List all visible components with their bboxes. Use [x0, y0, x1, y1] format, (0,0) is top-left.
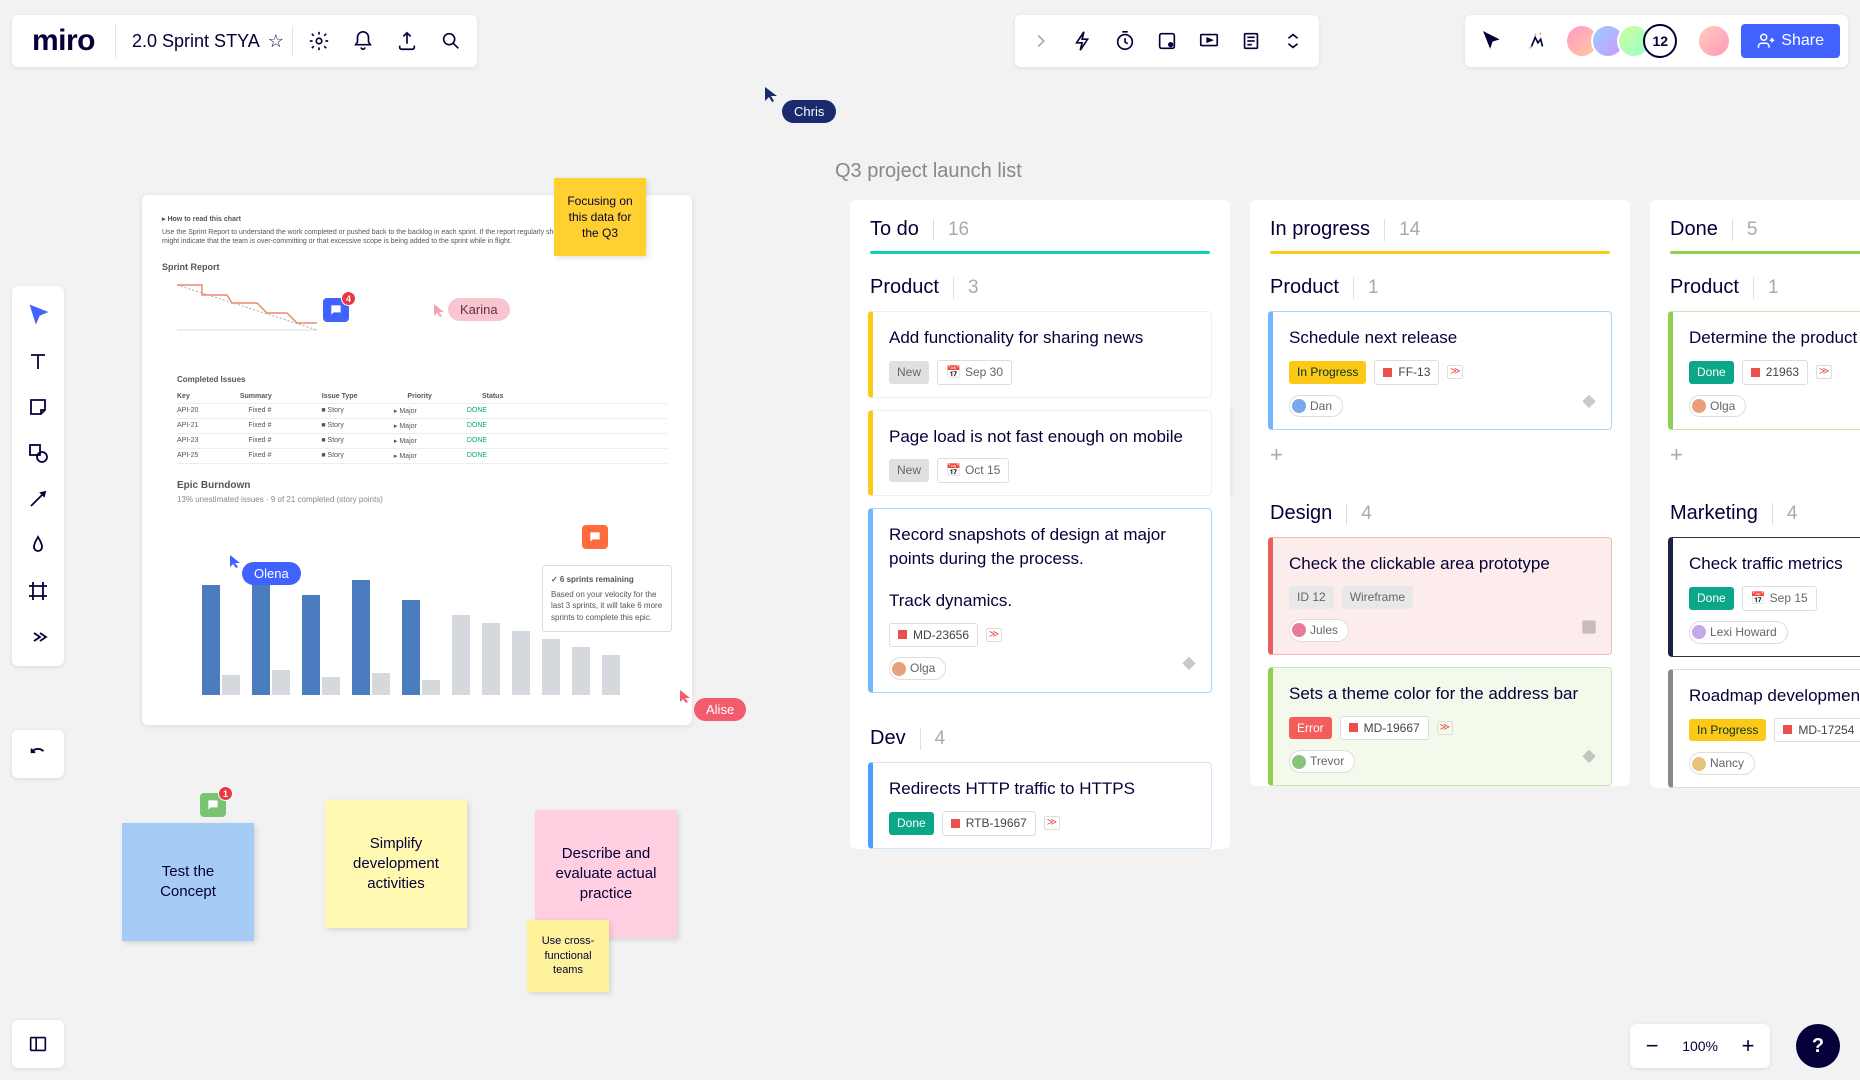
kanban-title: Q3 project launch list	[835, 160, 1022, 183]
comment-icon[interactable]: 1	[200, 793, 226, 817]
line-tool[interactable]	[18, 476, 58, 522]
zoom-out-button[interactable]: −	[1634, 1028, 1670, 1064]
cursor-chris: Chris	[782, 100, 836, 123]
text-tool[interactable]	[18, 338, 58, 384]
header-left: miro 2.0 Sprint STYA ☆	[12, 15, 477, 67]
epic-tooltip: ✓ 6 sprints remaining Based on your velo…	[542, 565, 672, 632]
frame-tool[interactable]	[18, 568, 58, 614]
card-clickable-prototype[interactable]: Check the clickable area prototype ID 12…	[1268, 537, 1612, 654]
cursor-olena: Olena	[242, 562, 301, 585]
epic-bar-chart	[202, 505, 562, 695]
card-customer-support[interactable]: Determine the product customer support D…	[1668, 311, 1860, 430]
chevron-right-icon[interactable]	[1021, 23, 1061, 59]
card-record-snapshots[interactable]: Record snapshots of design at major poin…	[868, 508, 1212, 693]
comment-icon[interactable]: 4	[323, 298, 349, 322]
cursor-alise: Alise	[694, 698, 746, 721]
sticky-crossfunc[interactable]: Use cross-functional teams	[527, 920, 609, 992]
group-design: Design	[1270, 502, 1332, 525]
card-add-functionality[interactable]: Add functionality for sharing news New📅 …	[868, 311, 1212, 398]
header-apps	[1015, 15, 1319, 67]
epic-sub: 13% unestimated issues · 9 of 21 complet…	[177, 495, 383, 504]
cursor-karina: Karina	[448, 298, 510, 321]
sticky-test-concept[interactable]: Test the Concept	[122, 823, 254, 941]
search-icon[interactable]	[433, 23, 469, 59]
card-schedule-release[interactable]: Schedule next release In ProgressFF-13≫ …	[1268, 311, 1612, 430]
jira-icon	[1579, 617, 1599, 644]
group-product: Product	[870, 276, 939, 299]
zoom-controls: − 100% +	[1630, 1024, 1770, 1068]
burndown-chart	[177, 275, 317, 345]
sprint-report-card[interactable]: ▸ How to read this chart Use the Sprint …	[142, 195, 692, 725]
sticky-focus[interactable]: Focusing on this data for the Q3	[554, 178, 646, 256]
jira-icon	[1579, 393, 1599, 420]
canvas[interactable]: ▸ How to read this chart Use the Sprint …	[0, 0, 1860, 1080]
settings-icon[interactable]	[301, 23, 337, 59]
panel-toggle[interactable]	[12, 1020, 64, 1068]
miro-logo[interactable]: miro	[20, 24, 107, 58]
header-collab: 12 Share	[1465, 15, 1848, 67]
add-card-button[interactable]: +	[1670, 442, 1694, 468]
jira-icon	[1579, 748, 1599, 775]
epic-burndown-title: Epic Burndown	[177, 480, 250, 491]
cursor-icon	[432, 302, 446, 323]
zoom-in-button[interactable]: +	[1730, 1028, 1766, 1064]
cursor-icon[interactable]	[1473, 23, 1509, 59]
col-prog-name: In progress	[1270, 218, 1370, 241]
cursor-icon	[678, 688, 692, 709]
col-todo-count: 16	[933, 219, 969, 241]
help-button[interactable]: ?	[1796, 1024, 1840, 1068]
sticky-tool[interactable]	[18, 384, 58, 430]
bolt-icon[interactable]	[1063, 23, 1103, 59]
export-icon[interactable]	[389, 23, 425, 59]
cursor-icon	[228, 553, 242, 574]
kanban-col-progress: In progress14 Product1 Schedule next rel…	[1250, 200, 1630, 1080]
kanban-col-done: Done5 Product1 Determine the product cus…	[1650, 200, 1860, 1080]
issue-table: KeySummaryIssue TypePriorityStatus API-2…	[177, 390, 667, 464]
completed-issues-label: Completed Issues	[177, 375, 245, 384]
report-howto: How to read this chart	[167, 216, 241, 223]
comment-badge: 1	[218, 786, 233, 801]
avatar-count[interactable]: 12	[1643, 24, 1677, 58]
sticky-simplify[interactable]: Simplify development activities	[325, 800, 467, 928]
timer-icon[interactable]	[1105, 23, 1145, 59]
cursor-icon	[763, 85, 779, 108]
star-icon[interactable]: ☆	[268, 31, 284, 52]
more-apps-icon[interactable]	[1273, 23, 1313, 59]
zoom-value[interactable]: 100%	[1676, 1038, 1724, 1054]
kanban-col-todo: To do16 Product3 Add functionality for s…	[850, 200, 1230, 1080]
note-icon[interactable]	[1231, 23, 1271, 59]
group-dev: Dev	[870, 727, 906, 750]
comment-badge: 4	[341, 291, 356, 306]
toolbar	[12, 286, 64, 666]
more-tools[interactable]	[18, 614, 58, 660]
comment-icon[interactable]	[582, 525, 608, 549]
card-page-load[interactable]: Page load is not fast enough on mobile N…	[868, 410, 1212, 497]
select-tool[interactable]	[18, 292, 58, 338]
voting-icon[interactable]	[1147, 23, 1187, 59]
shape-tool[interactable]	[18, 430, 58, 476]
card-traffic-metrics[interactable]: Check traffic metrics Done📅 Sep 15 Lexi …	[1668, 537, 1860, 656]
col-todo-name: To do	[870, 218, 919, 241]
card-theme-color[interactable]: Sets a theme color for the address bar E…	[1268, 667, 1612, 786]
sticky-describe[interactable]: Describe and evaluate actual practice	[535, 810, 677, 938]
card-https-redirect[interactable]: Redirects HTTP traffic to HTTPS DoneRTB-…	[868, 762, 1212, 849]
reactions-icon[interactable]	[1519, 23, 1555, 59]
sprint-report-title: Sprint Report	[162, 262, 672, 272]
avatars[interactable]: 12	[1565, 24, 1677, 58]
current-user-avatar[interactable]	[1697, 24, 1731, 58]
share-button[interactable]: Share	[1741, 24, 1840, 58]
col-done-count: 5	[1732, 219, 1758, 241]
add-card-button[interactable]: +	[1270, 442, 1294, 468]
col-done-name: Done	[1670, 218, 1718, 241]
jira-icon	[1179, 655, 1199, 682]
col-prog-count: 14	[1384, 219, 1420, 241]
undo-button[interactable]	[12, 730, 64, 778]
group-marketing: Marketing	[1670, 502, 1758, 525]
card-roadmap[interactable]: Roadmap development In ProgressMD-17254 …	[1668, 669, 1860, 788]
bell-icon[interactable]	[345, 23, 381, 59]
present-icon[interactable]	[1189, 23, 1229, 59]
pen-tool[interactable]	[18, 522, 58, 568]
board-title[interactable]: 2.0 Sprint STYA	[132, 31, 260, 52]
